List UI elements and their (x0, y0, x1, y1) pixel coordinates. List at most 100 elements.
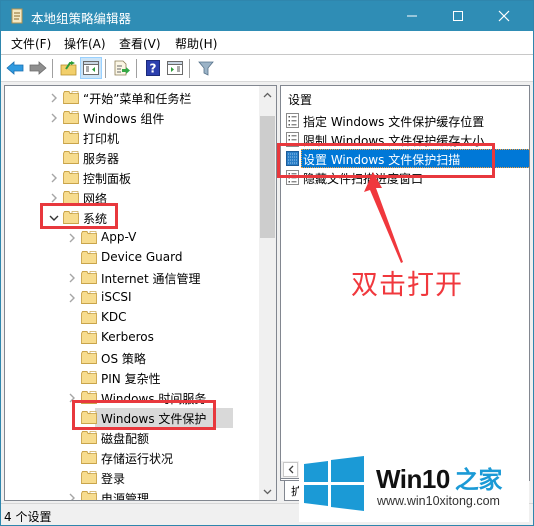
help-button[interactable]: ? (142, 57, 164, 79)
annotation-arrow-icon (364, 172, 403, 263)
menu-file[interactable]: 文件(F) (11, 35, 51, 52)
up-level-button[interactable] (58, 57, 80, 79)
tree-item[interactable]: OS 策略 (5, 348, 260, 368)
maximize-icon (453, 11, 463, 21)
tree-item[interactable]: iSCSI (5, 288, 260, 308)
folder-icon (81, 271, 97, 284)
folder-icon (63, 111, 79, 124)
chevron-right-icon[interactable] (49, 92, 59, 104)
tree-item[interactable]: 打印机 (5, 128, 260, 148)
chevron-right-icon[interactable] (49, 172, 59, 184)
folder-icon (81, 291, 97, 304)
tree-item[interactable]: KDC (5, 308, 260, 328)
chevron-right-icon[interactable] (67, 232, 77, 244)
console-tree-pane: “开始”菜单和任务栏 Windows 组件 打印机 服务器 控制面板 网络 系统 App-V D… (4, 85, 277, 501)
tree-item[interactable]: 磁盘配额 (5, 428, 260, 448)
folder-icon (81, 471, 97, 484)
chevron-right-icon[interactable] (67, 272, 77, 284)
show-hide-action-pane-button[interactable] (164, 57, 186, 79)
tree-item-label: 控制面板 (83, 172, 132, 186)
folder-icon (81, 431, 97, 444)
tree-item[interactable]: 服务器 (5, 148, 260, 168)
close-button[interactable] (481, 1, 527, 31)
chevron-right-icon[interactable] (49, 112, 59, 124)
highlight-box-system (40, 203, 118, 229)
tree-item[interactable]: 控制面板 (5, 168, 260, 188)
action-pane-icon (167, 61, 183, 75)
settings-column-header[interactable]: 设置 (288, 91, 312, 108)
back-button[interactable] (4, 57, 26, 79)
title-bar[interactable]: 本地组策略编辑器 (1, 1, 533, 31)
export-list-button[interactable] (111, 57, 133, 79)
maximize-button[interactable] (435, 1, 481, 31)
annotation-double-click: 双击打开 (351, 270, 463, 301)
folder-icon (81, 311, 97, 324)
folder-icon (81, 451, 97, 464)
tree-vertical-scrollbar[interactable] (259, 86, 276, 500)
folder-icon (81, 331, 97, 344)
status-text: 4 个设置 (4, 510, 52, 524)
tree-item[interactable]: “开始”菜单和任务栏 (5, 88, 260, 108)
tree-item-label: Windows 组件 (83, 112, 165, 126)
tree-item[interactable]: Windows 组件 (5, 108, 260, 128)
svg-text:?: ? (150, 62, 157, 76)
toolbar-separator (105, 59, 106, 78)
scroll-app-icon (11, 8, 23, 24)
menu-help[interactable]: 帮助(H) (175, 35, 217, 52)
watermark-brand-name: Win10 (376, 464, 450, 494)
tree-item[interactable]: PIN 复杂性 (5, 368, 260, 388)
tree-item[interactable]: 存储运行状况 (5, 448, 260, 468)
chevron-right-icon[interactable] (67, 292, 77, 304)
scrollbar-thumb[interactable] (260, 116, 275, 238)
folder-icon (63, 171, 79, 184)
toolbar-separator (52, 59, 53, 78)
arrow-right-icon (29, 61, 47, 75)
chevron-up-icon (263, 92, 272, 97)
filter-button[interactable] (195, 57, 217, 79)
policy-setting-icon (286, 113, 299, 128)
tree-item[interactable]: Device Guard (5, 248, 260, 268)
tree-item-label: iSCSI (101, 290, 132, 304)
scroll-left-button[interactable] (283, 462, 298, 477)
export-list-icon (114, 60, 130, 76)
folder-icon (81, 371, 97, 384)
watermark-brand: Win10 之家 (376, 460, 502, 495)
scroll-up-button[interactable] (259, 86, 276, 103)
setting-item-label: 指定 Windows 文件保护缓存位置 (303, 115, 485, 129)
chevron-left-icon (288, 465, 293, 474)
folder-icon (63, 131, 79, 144)
menu-view[interactable]: 查看(V) (119, 35, 161, 52)
setting-item[interactable]: 指定 Windows 文件保护缓存位置 (284, 111, 529, 130)
highlight-box-file-protection (72, 400, 216, 430)
chevron-right-icon[interactable] (67, 492, 77, 501)
tree-item-label: “开始”菜单和任务栏 (83, 92, 192, 106)
watermark-url: www.win10xitong.com (377, 494, 500, 508)
menu-bar: 文件(F) 操作(A) 查看(V) 帮助(H) (1, 31, 533, 55)
minimize-icon (407, 15, 417, 17)
tree-item[interactable]: App-V (5, 228, 260, 248)
minimize-button[interactable] (389, 1, 435, 31)
folder-icon (63, 151, 79, 164)
toolbar-separator (136, 59, 137, 78)
tree-item[interactable]: Kerberos (5, 328, 260, 348)
tree-item-label: Internet 通信管理 (101, 272, 201, 286)
chevron-down-icon (263, 489, 272, 494)
tree-item-label: 磁盘配额 (101, 432, 150, 446)
folder-icon (63, 91, 79, 104)
tree-item[interactable]: 登录 (5, 468, 260, 488)
toolbar: ? (1, 55, 533, 82)
scroll-down-button[interactable] (259, 483, 276, 500)
tree-item-label: App-V (101, 230, 137, 244)
tree-item-label: KDC (101, 310, 127, 324)
tree-item-label: 存储运行状况 (101, 452, 174, 466)
tree-item[interactable]: 电源管理 (5, 488, 260, 501)
window-title: 本地组策略编辑器 (31, 11, 132, 26)
forward-button[interactable] (27, 57, 49, 79)
menu-action[interactable]: 操作(A) (64, 35, 106, 52)
tree-item[interactable]: Internet 通信管理 (5, 268, 260, 288)
show-hide-tree-button[interactable] (80, 57, 102, 79)
help-icon: ? (146, 60, 160, 76)
console-tree-icon (83, 61, 99, 75)
toolbar-separator (189, 59, 190, 78)
tree-item-label: OS 策略 (101, 352, 146, 366)
